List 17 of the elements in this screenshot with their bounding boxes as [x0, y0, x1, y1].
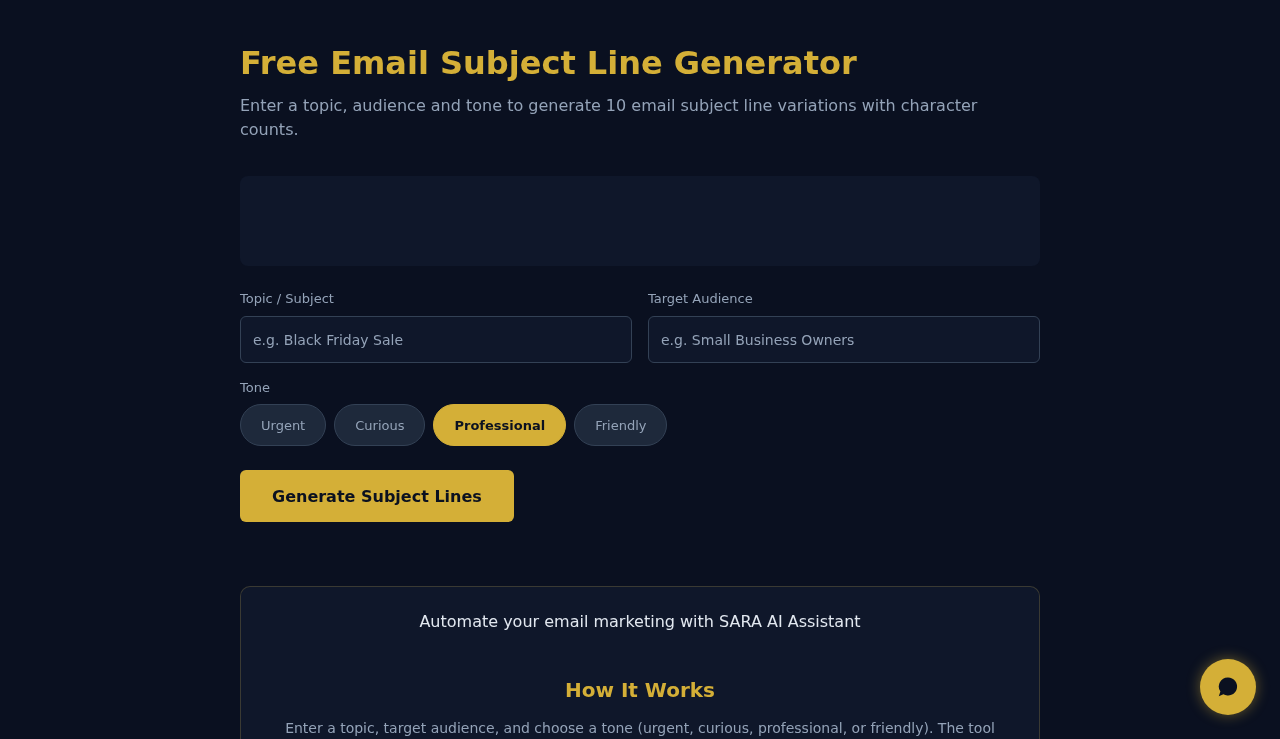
- chat-bubble-icon: [1218, 677, 1238, 697]
- field-label: Target Audience: [648, 290, 753, 309]
- promo-text: Automate your email marketing with SARA AI Assistant: [418, 611, 862, 634]
- tone-option[interactable]: Curious: [334, 404, 426, 447]
- section-text: Enter a topic, target audience, and choose a tone (urgent, curious, professional, or friendly). The tool: [284, 719, 996, 739]
- tone-label: Tone: [240, 379, 271, 398]
- input-field[interactable]: e.g. Black Friday Sale: [240, 316, 632, 364]
- tone-option[interactable]: Urgent: [240, 404, 327, 447]
- tone-option[interactable]: Professional: [433, 404, 567, 447]
- page-title: Free Email Subject Line Generator: [240, 44, 858, 83]
- chat-button[interactable]: [1200, 659, 1256, 715]
- generate-button[interactable]: Generate Subject Lines: [240, 470, 514, 523]
- tone-option[interactable]: Friendly: [574, 404, 668, 447]
- section-heading: How It Works: [563, 677, 716, 705]
- page-subtitle: Enter a topic, audience and tone to generate 10 email subject line variations with character counts.: [240, 95, 979, 142]
- field-label: Topic / Subject: [240, 290, 334, 309]
- input-field[interactable]: e.g. Small Business Owners: [648, 316, 1040, 364]
